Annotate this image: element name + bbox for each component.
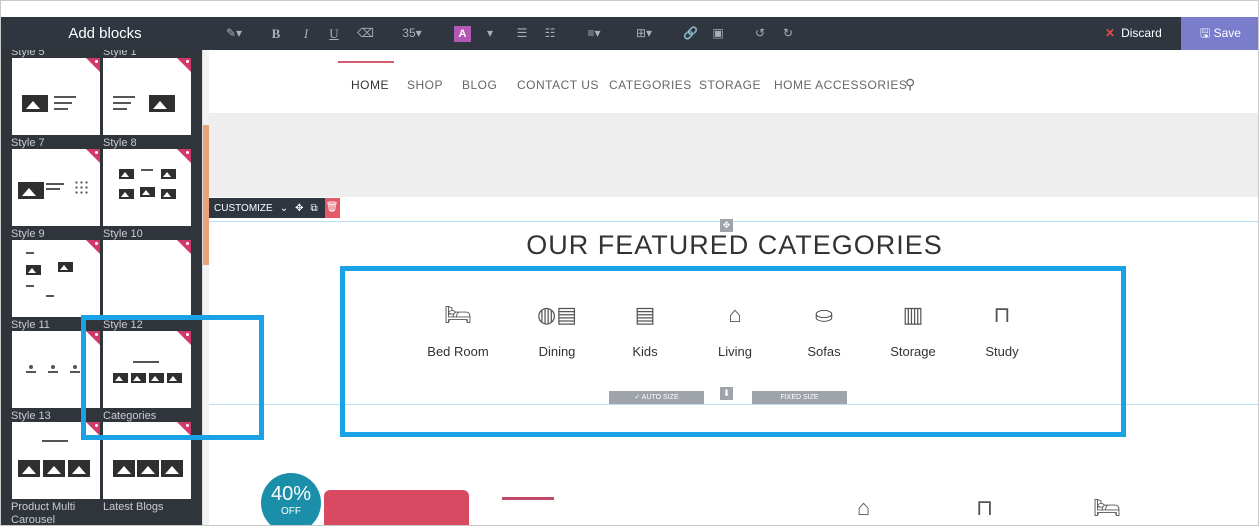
highlight-box-block (81, 315, 264, 440)
blocks-panel: Style 5 Style 1 Style 7 Style 8 Style 9 … (1, 50, 202, 526)
redo-icon[interactable]: ↻ (781, 17, 795, 50)
block-label: Latest Blogs (103, 501, 164, 513)
block-style-10[interactable] (103, 149, 191, 226)
nav-item-shop[interactable]: SHOP (407, 78, 443, 92)
bullet-list-icon[interactable]: ☰ (515, 17, 529, 50)
move-icon[interactable]: ✥ (295, 203, 303, 214)
image-icon (22, 95, 48, 112)
image-icon (161, 169, 176, 179)
link-icon[interactable]: 🔗 (683, 17, 698, 50)
site-nav: HOME SHOP BLOG CONTACT US CATEGORIES STO… (209, 50, 1258, 113)
editor-toolbar: ✎▾ B I U ⌫ 35▾ A ▾ ☰ ☷ ≡▾ ⊞▾ 🔗 ▣ ↺ ↻ ✕ Di… (209, 17, 1258, 50)
discard-button[interactable]: ✕ Discard (1105, 17, 1162, 50)
image-icon (68, 460, 90, 477)
block-style-9[interactable] (12, 149, 100, 226)
italic-icon[interactable]: I (299, 17, 313, 50)
panel-scrollbar[interactable] (202, 50, 209, 525)
sofa-image (324, 490, 469, 525)
chevron-down-icon[interactable]: ▾ (485, 17, 495, 50)
search-icon[interactable]: ⚲ (905, 76, 916, 93)
divider (502, 497, 554, 500)
image-icon (161, 460, 183, 477)
bold-icon[interactable]: B (269, 17, 283, 50)
nav-item-storage[interactable]: STORAGE (699, 78, 761, 92)
image-icon (26, 265, 41, 275)
active-nav-indicator (338, 61, 394, 63)
nav-item-contact-us[interactable]: CONTACT US (517, 78, 599, 92)
bookmark-icon (86, 58, 100, 72)
image-icon (161, 189, 176, 199)
nav-item-home-accessories[interactable]: HOME ACCESSORIES (774, 78, 907, 92)
image-icon (119, 189, 134, 199)
editor-window: Add blocks Style 5 Style 1 Style 7 Style… (0, 0, 1259, 526)
image-icon (119, 169, 134, 179)
text-color-button[interactable]: A (454, 26, 471, 42)
bookmark-icon (177, 240, 191, 254)
bookmark-icon (177, 149, 191, 163)
bookmark-icon (86, 149, 100, 163)
pen-style-icon[interactable]: ✎▾ (223, 17, 245, 50)
image-icon (140, 187, 155, 197)
save-button[interactable]: 🖫 Save (1181, 17, 1258, 50)
bookmark-icon (177, 58, 191, 72)
nav-item-blog[interactable]: BLOG (462, 78, 497, 92)
image-icon (18, 182, 44, 199)
panel-title: Add blocks (1, 17, 209, 50)
eraser-icon[interactable]: ⌫ (357, 17, 374, 50)
image-icon (43, 460, 65, 477)
nav-item-home[interactable]: HOME (351, 78, 389, 92)
banner-placeholder (209, 113, 1258, 197)
desk-icon: ⊓ (976, 495, 994, 520)
customize-toolbar: CUSTOMIZE ⌄ ✥ ⧉ 🗑 (209, 198, 340, 218)
chevron-down-icon[interactable]: ⌄ (280, 203, 288, 214)
underline-icon[interactable]: U (327, 17, 341, 50)
nav-item-categories[interactable]: CATEGORIES (609, 78, 692, 92)
block-style-12[interactable] (103, 240, 191, 317)
bed-icon: 🛏 (1093, 495, 1121, 520)
save-icon: 🖫 (1200, 26, 1211, 40)
section-title[interactable]: OUR FEATURED CATEGORIES (209, 230, 1258, 261)
image-icon (137, 460, 159, 477)
image-icon (18, 460, 40, 477)
bookmark-icon (86, 240, 100, 254)
align-icon[interactable]: ≡▾ (583, 17, 605, 50)
block-label: Product Multi Carousel (11, 501, 76, 526)
table-icon[interactable]: ⊞▾ (633, 17, 655, 50)
image-icon (58, 262, 73, 272)
block-style-8[interactable] (103, 58, 191, 135)
block-style-7[interactable] (12, 58, 100, 135)
lamp-chaise-icon: ⌂ (857, 495, 871, 520)
image-icon (149, 95, 175, 112)
font-size-value: 35 (402, 26, 416, 40)
delete-icon[interactable]: 🗑 (324, 198, 340, 218)
duplicate-icon[interactable]: ⧉ (311, 203, 318, 214)
customize-button[interactable]: CUSTOMIZE (214, 203, 273, 214)
numbered-list-icon[interactable]: ☷ (543, 17, 557, 50)
font-size-select[interactable]: 35▾ (397, 17, 427, 50)
undo-icon[interactable]: ↺ (753, 17, 767, 50)
close-icon: ✕ (1105, 26, 1116, 40)
discount-badge: 40% OFF (261, 473, 321, 525)
image-insert-icon[interactable]: ▣ (711, 17, 725, 50)
image-icon (113, 460, 135, 477)
block-style-11[interactable] (12, 240, 100, 317)
highlight-box-categories (340, 266, 1126, 437)
